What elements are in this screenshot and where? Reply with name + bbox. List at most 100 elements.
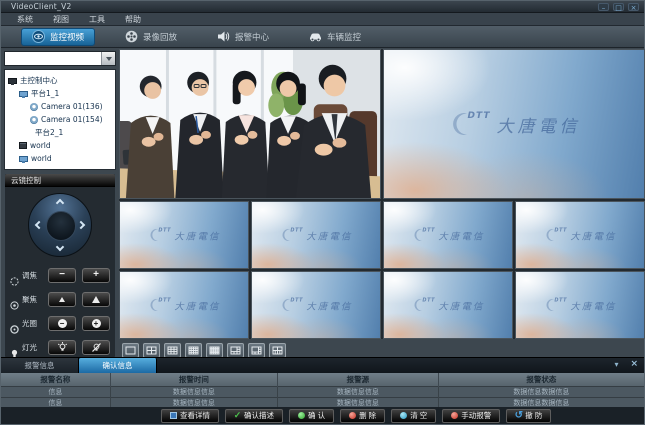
video-tile-small[interactable]: DTT 大唐電信: [515, 271, 645, 339]
video-tile-small[interactable]: DTT 大唐電信: [119, 271, 249, 339]
window-controls: – □ ×: [598, 3, 639, 11]
eye-icon: [32, 30, 45, 43]
tab-confirm-info[interactable]: 确认信息: [79, 358, 157, 373]
dtt-watermark: DTT 大唐電信: [543, 228, 616, 242]
menu-bar: 系统视图工具帮助: [1, 13, 644, 26]
light-on-button[interactable]: [48, 340, 76, 355]
tab-surveillance-video[interactable]: 监控视频: [21, 28, 95, 46]
dtt-watermark: DTT 大唐電信: [411, 298, 484, 312]
col-alarm-status: 报警状态: [438, 373, 644, 386]
panel-controls: ▾ ×: [614, 359, 638, 369]
titlebar: VideoClient_V2 – □ ×: [1, 1, 644, 13]
focus-far-icon: [92, 296, 100, 303]
alarm-action-button[interactable]: 撤 防: [506, 409, 551, 423]
tree-item[interactable]: Camera 01(136): [5, 100, 115, 113]
brand-text: DTT: [468, 111, 491, 121]
tab-alarm-center[interactable]: 报警中心: [207, 28, 279, 46]
alarm-action-button[interactable]: 确认描述: [225, 409, 283, 423]
layout-button-3x3[interactable]: [164, 343, 181, 358]
maximize-button[interactable]: □: [613, 3, 624, 11]
tab-playback[interactable]: 录像回放: [115, 28, 187, 46]
video-tile-logo[interactable]: DTT 大唐電信: [383, 49, 645, 199]
dtt-watermark: DTT 大唐電信: [411, 228, 484, 242]
video-tile-small[interactable]: DTT 大唐電信: [383, 201, 513, 269]
alarm-button-icon: [515, 412, 522, 419]
pan-down-arrow[interactable]: [56, 243, 64, 251]
alarm-action-button[interactable]: 清 空: [391, 409, 436, 423]
layout-button-4x4[interactable]: [185, 343, 202, 358]
pan-left-arrow[interactable]: [35, 221, 43, 229]
layout-button-1x1[interactable]: [122, 343, 139, 358]
pan-up-arrow[interactable]: [56, 199, 64, 207]
alarm-action-button[interactable]: 手动报警: [442, 409, 500, 423]
brand-text: DTT: [554, 228, 567, 234]
menu-item[interactable]: 工具: [79, 13, 115, 26]
alarm-button-label: 删 除: [359, 410, 376, 421]
alarm-panel: 报警信息 确认信息 ▾ × 报警名称 报警时间 报警源 报警状态 信息: [1, 357, 644, 424]
tree-item[interactable]: Camera 01(154): [5, 113, 115, 126]
iris-close-button[interactable]: −: [48, 316, 76, 331]
device-icon: [30, 116, 38, 124]
layout-button-1plus7[interactable]: [248, 343, 265, 358]
dtt-watermark: DTT 大唐電信: [543, 298, 616, 312]
tree-item[interactable]: 平台1_1: [5, 87, 115, 100]
close-button[interactable]: ×: [628, 3, 639, 11]
device-label: 平台1_1: [31, 88, 59, 99]
tree-item[interactable]: world: [5, 139, 115, 152]
device-icon: [8, 78, 17, 84]
focus-far-button[interactable]: [82, 292, 110, 307]
collapse-icon[interactable]: ▾: [614, 360, 618, 369]
video-tile-live[interactable]: [119, 49, 381, 199]
video-tile-small[interactable]: DTT 大唐電信: [251, 271, 381, 339]
focus-near-button[interactable]: [48, 292, 76, 307]
video-tile-small[interactable]: DTT 大唐電信: [119, 201, 249, 269]
light-off-icon: [91, 342, 102, 353]
alarm-action-button[interactable]: 查看详情: [161, 409, 219, 423]
ptz-row-iris: 光圈 − +: [5, 311, 115, 335]
layout-button-1plus5[interactable]: [227, 343, 244, 358]
zoom-in-button[interactable]: +: [82, 268, 110, 283]
iris-close-icon: −: [58, 319, 67, 328]
device-select-combobox[interactable]: [4, 51, 116, 66]
video-tile-small[interactable]: DTT 大唐電信: [251, 201, 381, 269]
tab-vehicle-monitor[interactable]: 车辆监控: [299, 28, 371, 46]
chevron-down-icon[interactable]: [101, 52, 115, 65]
layout-button-5x5[interactable]: [206, 343, 223, 358]
ptz-pad-area: [5, 187, 115, 263]
dtt-watermark: DTT 大唐電信: [279, 298, 352, 312]
tree-item[interactable]: 平台2_1: [5, 126, 115, 139]
alarm-action-button[interactable]: 删 除: [340, 409, 385, 423]
layout-button-mixed[interactable]: [269, 343, 286, 358]
alarm-button-icon: [170, 412, 177, 419]
cell-alarm-source: 数据信息信息: [277, 386, 438, 397]
ptz-pad-center[interactable]: [46, 211, 76, 241]
combobox-value[interactable]: [5, 52, 101, 65]
ptz-row-light: 灯光: [5, 335, 115, 359]
pan-right-arrow[interactable]: [77, 221, 85, 229]
iris-open-button[interactable]: +: [82, 316, 110, 331]
light-off-button[interactable]: [82, 340, 110, 355]
menu-item[interactable]: 系统: [7, 13, 43, 26]
main-area: 主控制中心 平台1_1 Camera 01(136) Camera 01(154…: [1, 49, 644, 359]
tab-alarm-info[interactable]: 报警信息: [1, 358, 79, 373]
ptz-panel: 云镜控制 调焦 − +: [4, 173, 116, 358]
menu-item[interactable]: 帮助: [115, 13, 151, 26]
tab-label: 车辆监控: [327, 31, 361, 43]
col-alarm-name: 报警名称: [1, 373, 110, 386]
alarm-button-label: 确 认: [308, 410, 325, 421]
tree-item[interactable]: world: [5, 152, 115, 165]
ptz-directional-pad[interactable]: [28, 193, 92, 257]
zoom-out-button[interactable]: −: [48, 268, 76, 283]
layout-button-2x2[interactable]: [143, 343, 160, 358]
alarm-action-button[interactable]: 确 认: [289, 409, 334, 423]
alarm-table-row[interactable]: 信息 数据信息信息 数据信息信息 数据信息数据信息: [1, 386, 644, 397]
video-tile-small[interactable]: DTT 大唐電信: [383, 271, 513, 339]
menu-item[interactable]: 视图: [43, 13, 79, 26]
cell-alarm-time: 数据信息信息: [110, 386, 277, 397]
tree-item[interactable]: 主控制中心: [5, 74, 115, 87]
panel-close-icon[interactable]: ×: [630, 359, 638, 369]
alarm-button-icon: [451, 412, 458, 419]
video-tile-small[interactable]: DTT 大唐電信: [515, 201, 645, 269]
minimize-button[interactable]: –: [598, 3, 609, 11]
device-label: world: [31, 154, 52, 163]
